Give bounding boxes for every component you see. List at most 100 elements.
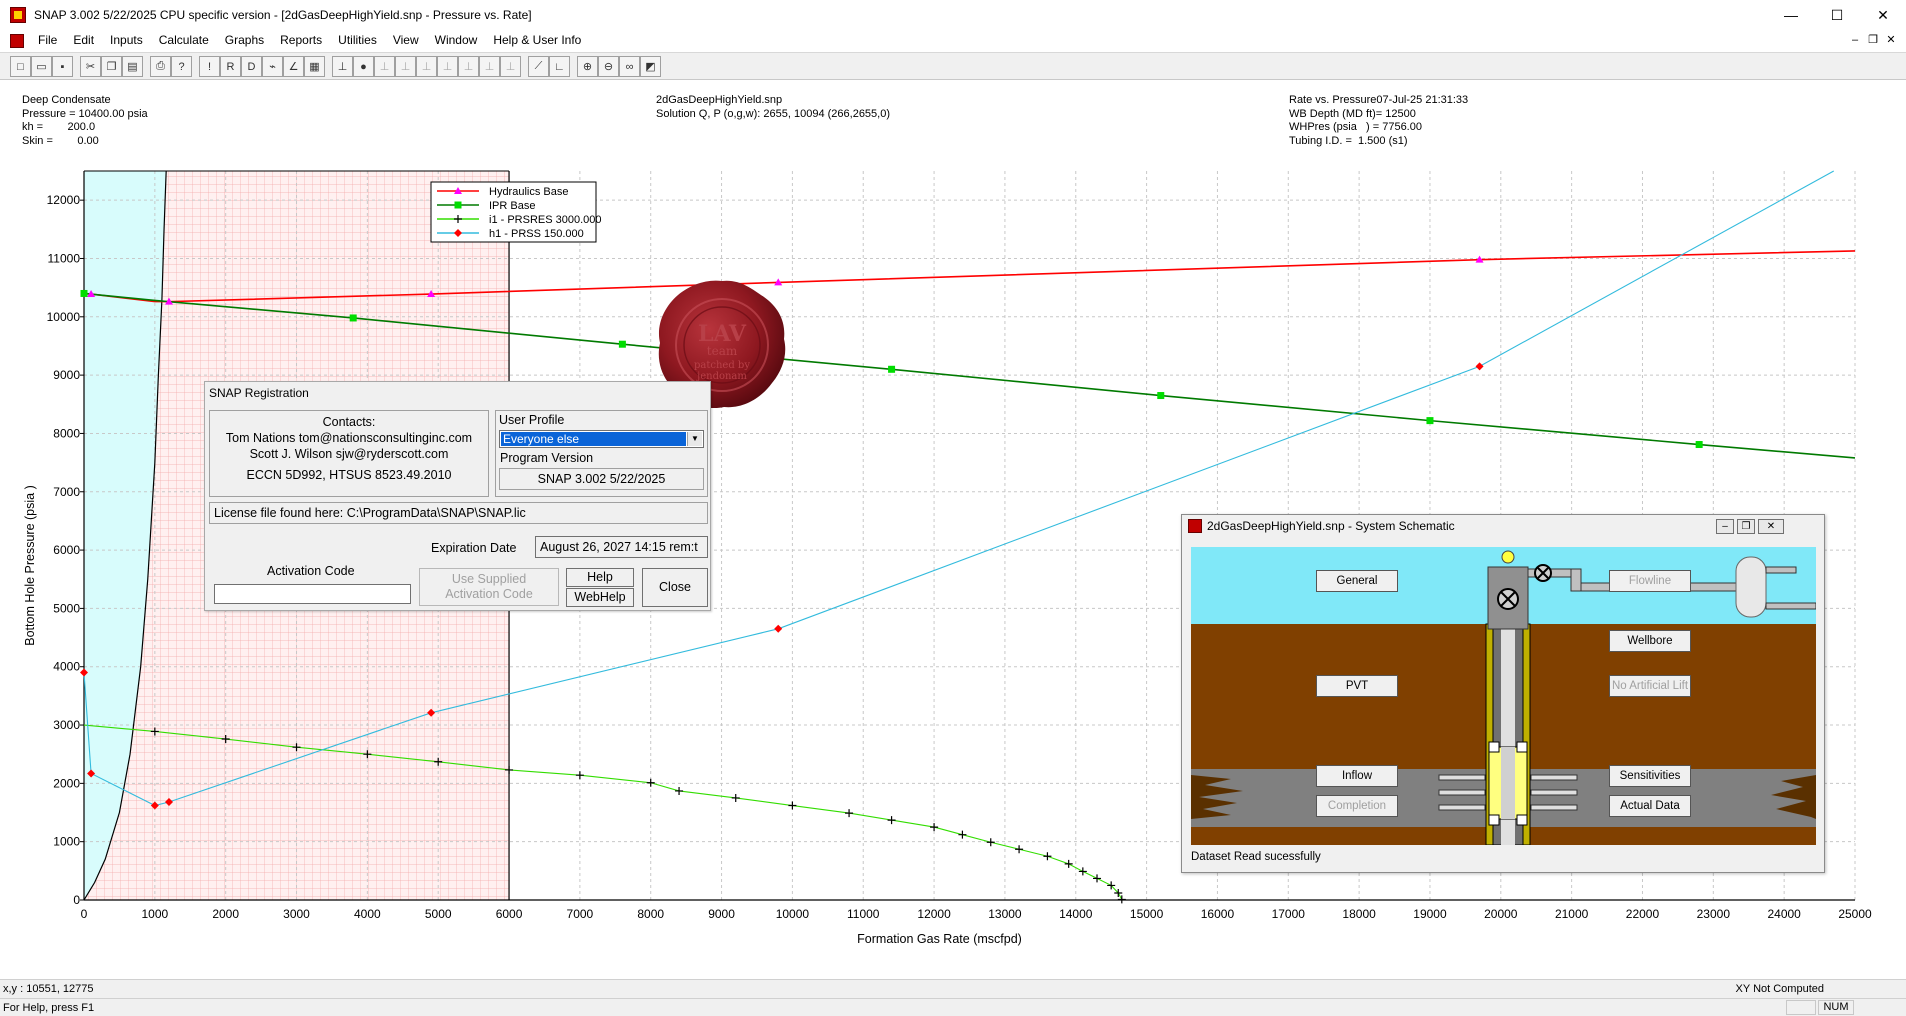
legend-entry: i1 - PRSRES 3000.000 (489, 214, 602, 226)
flowline-button[interactable]: Flowline (1609, 570, 1691, 592)
user-profile-value[interactable]: Everyone else (501, 432, 686, 446)
schematic-status: Dataset Read sucessfully (1191, 851, 1321, 863)
data-point-marker (454, 201, 462, 209)
help-button[interactable]: Help (566, 568, 634, 587)
schematic-minimize-button[interactable]: – (1716, 519, 1734, 534)
wellbore-button[interactable]: Wellbore (1609, 630, 1691, 652)
num-lock-indicator: NUM (1818, 1000, 1854, 1015)
y-tick-label: 10000 (47, 310, 81, 324)
pvt-button[interactable]: PVT (1316, 675, 1398, 697)
y-tick-label: 8000 (53, 426, 80, 440)
schematic-restore-button[interactable]: ❐ (1737, 519, 1755, 534)
x-tick-label: 15000 (1130, 907, 1164, 921)
contacts-box: Contacts: Tom Nations tom@nationsconsult… (209, 410, 489, 497)
use-supplied-code-button[interactable]: Use Supplied Activation Code (419, 568, 559, 606)
user-profile-select[interactable]: Everyone else ▼ (499, 430, 704, 448)
help-hint: For Help, press F1 (3, 1002, 95, 1014)
schematic-close-button[interactable]: ✕ (1758, 519, 1784, 534)
data-point-marker (618, 340, 626, 348)
completion-button[interactable]: Completion (1316, 795, 1398, 817)
chevron-down-icon[interactable]: ▼ (687, 432, 702, 446)
x-tick-label: 5000 (425, 907, 452, 921)
seal-text-2: team (707, 344, 738, 358)
x-tick-label: 18000 (1342, 907, 1376, 921)
legend-entry: h1 - PRSS 150.000 (489, 228, 584, 240)
x-tick-label: 7000 (567, 907, 594, 921)
x-tick-label: 1000 (141, 907, 168, 921)
y-tick-label: 2000 (53, 776, 80, 790)
x-tick-label: 25000 (1838, 907, 1872, 921)
artificial-lift-button[interactable]: No Artificial Lift (1609, 675, 1691, 697)
user-profile-label: User Profile (499, 413, 565, 427)
x-tick-label: 6000 (496, 907, 523, 921)
sensitivities-button[interactable]: Sensitivities (1609, 765, 1691, 787)
snap-app-window: SNAP 3.002 5/22/2025 CPU specific versio… (0, 0, 1906, 1016)
data-point-marker (1695, 441, 1703, 449)
y-axis-label: Bottom Hole Pressure (psia ) (23, 485, 37, 645)
program-version-label: Program Version (500, 451, 594, 465)
registration-dialog: SNAP Registration Contacts: Tom Nations … (204, 381, 711, 611)
schematic-icon[interactable] (1188, 519, 1202, 533)
x-tick-label: 9000 (708, 907, 735, 921)
x-tick-label: 0 (81, 907, 88, 921)
legend-entry: Hydraulics Base (489, 186, 568, 198)
inflow-button[interactable]: Inflow (1316, 765, 1398, 787)
data-point-marker (888, 365, 896, 373)
x-tick-label: 12000 (917, 907, 951, 921)
data-point-marker (80, 289, 88, 297)
data-point-marker (1426, 417, 1434, 425)
actual-data-button[interactable]: Actual Data (1609, 795, 1691, 817)
y-tick-label: 11000 (48, 251, 81, 265)
use-supplied-line-1: Use Supplied (451, 572, 527, 586)
cursor-coordinates: x,y : 10551, 12775 (3, 983, 94, 995)
x-tick-label: 10000 (776, 907, 810, 921)
data-point-marker (349, 314, 357, 322)
license-file-text: License file found here: C:\ProgramData\… (209, 502, 708, 524)
y-tick-label: 3000 (53, 718, 80, 732)
expiration-field[interactable]: August 26, 2027 14:15 rem:t (535, 536, 708, 558)
y-tick-label: 4000 (53, 660, 80, 674)
system-schematic-window: 2dGasDeepHighYield.snp - System Schemati… (1181, 514, 1825, 873)
seal-text-3: patched by (694, 360, 750, 371)
x-tick-label: 8000 (637, 907, 664, 921)
x-tick-label: 11000 (847, 907, 880, 921)
data-point-marker (1157, 392, 1165, 400)
schematic-canvas: General Flowline Wellbore PVT No Artific… (1191, 547, 1816, 845)
activation-code-label: Activation Code (267, 564, 355, 578)
y-tick-label: 0 (73, 893, 80, 907)
x-tick-label: 14000 (1059, 907, 1093, 921)
general-button[interactable]: General (1316, 570, 1398, 592)
xy-status: XY Not Computed (1735, 983, 1824, 995)
well-schematic-drawing (1191, 547, 1816, 845)
profile-box: User Profile Everyone else ▼ Program Ver… (495, 410, 708, 497)
coordinate-status-bar: x,y : 10551, 12775 XY Not Computed (0, 979, 1906, 998)
x-tick-label: 13000 (988, 907, 1022, 921)
activation-code-input[interactable] (214, 584, 411, 604)
status-pane-blank (1786, 1000, 1816, 1015)
x-tick-label: 17000 (1272, 907, 1306, 921)
x-tick-label: 4000 (354, 907, 381, 921)
close-dialog-button[interactable]: Close (642, 568, 708, 607)
use-supplied-line-2: Activation Code (445, 587, 533, 601)
x-tick-label: 16000 (1201, 907, 1235, 921)
contact-1: Tom Nations tom@nationsconsultinginc.com (225, 431, 473, 445)
x-tick-label: 3000 (283, 907, 310, 921)
y-tick-label: 12000 (47, 193, 81, 207)
x-tick-label: 2000 (212, 907, 239, 921)
program-version-value: SNAP 3.002 5/22/2025 (499, 468, 704, 490)
x-tick-label: 23000 (1697, 907, 1731, 921)
schematic-title: 2dGasDeepHighYield.snp - System Schemati… (1207, 519, 1455, 533)
x-tick-label: 20000 (1484, 907, 1518, 921)
y-tick-label: 1000 (53, 835, 80, 849)
y-tick-label: 7000 (53, 485, 80, 499)
y-tick-label: 6000 (53, 543, 80, 557)
x-tick-label: 22000 (1626, 907, 1660, 921)
contacts-label: Contacts: (322, 415, 376, 429)
legend-entry: IPR Base (489, 200, 535, 212)
eccn-text: ECCN 5D992, HTSUS 8523.49.2010 (246, 468, 452, 482)
y-tick-label: 5000 (53, 601, 80, 615)
registration-title: SNAP Registration (209, 386, 309, 400)
status-bar: For Help, press F1 NUM (0, 998, 1906, 1016)
webhelp-button[interactable]: WebHelp (566, 588, 634, 607)
x-tick-label: 19000 (1413, 907, 1447, 921)
